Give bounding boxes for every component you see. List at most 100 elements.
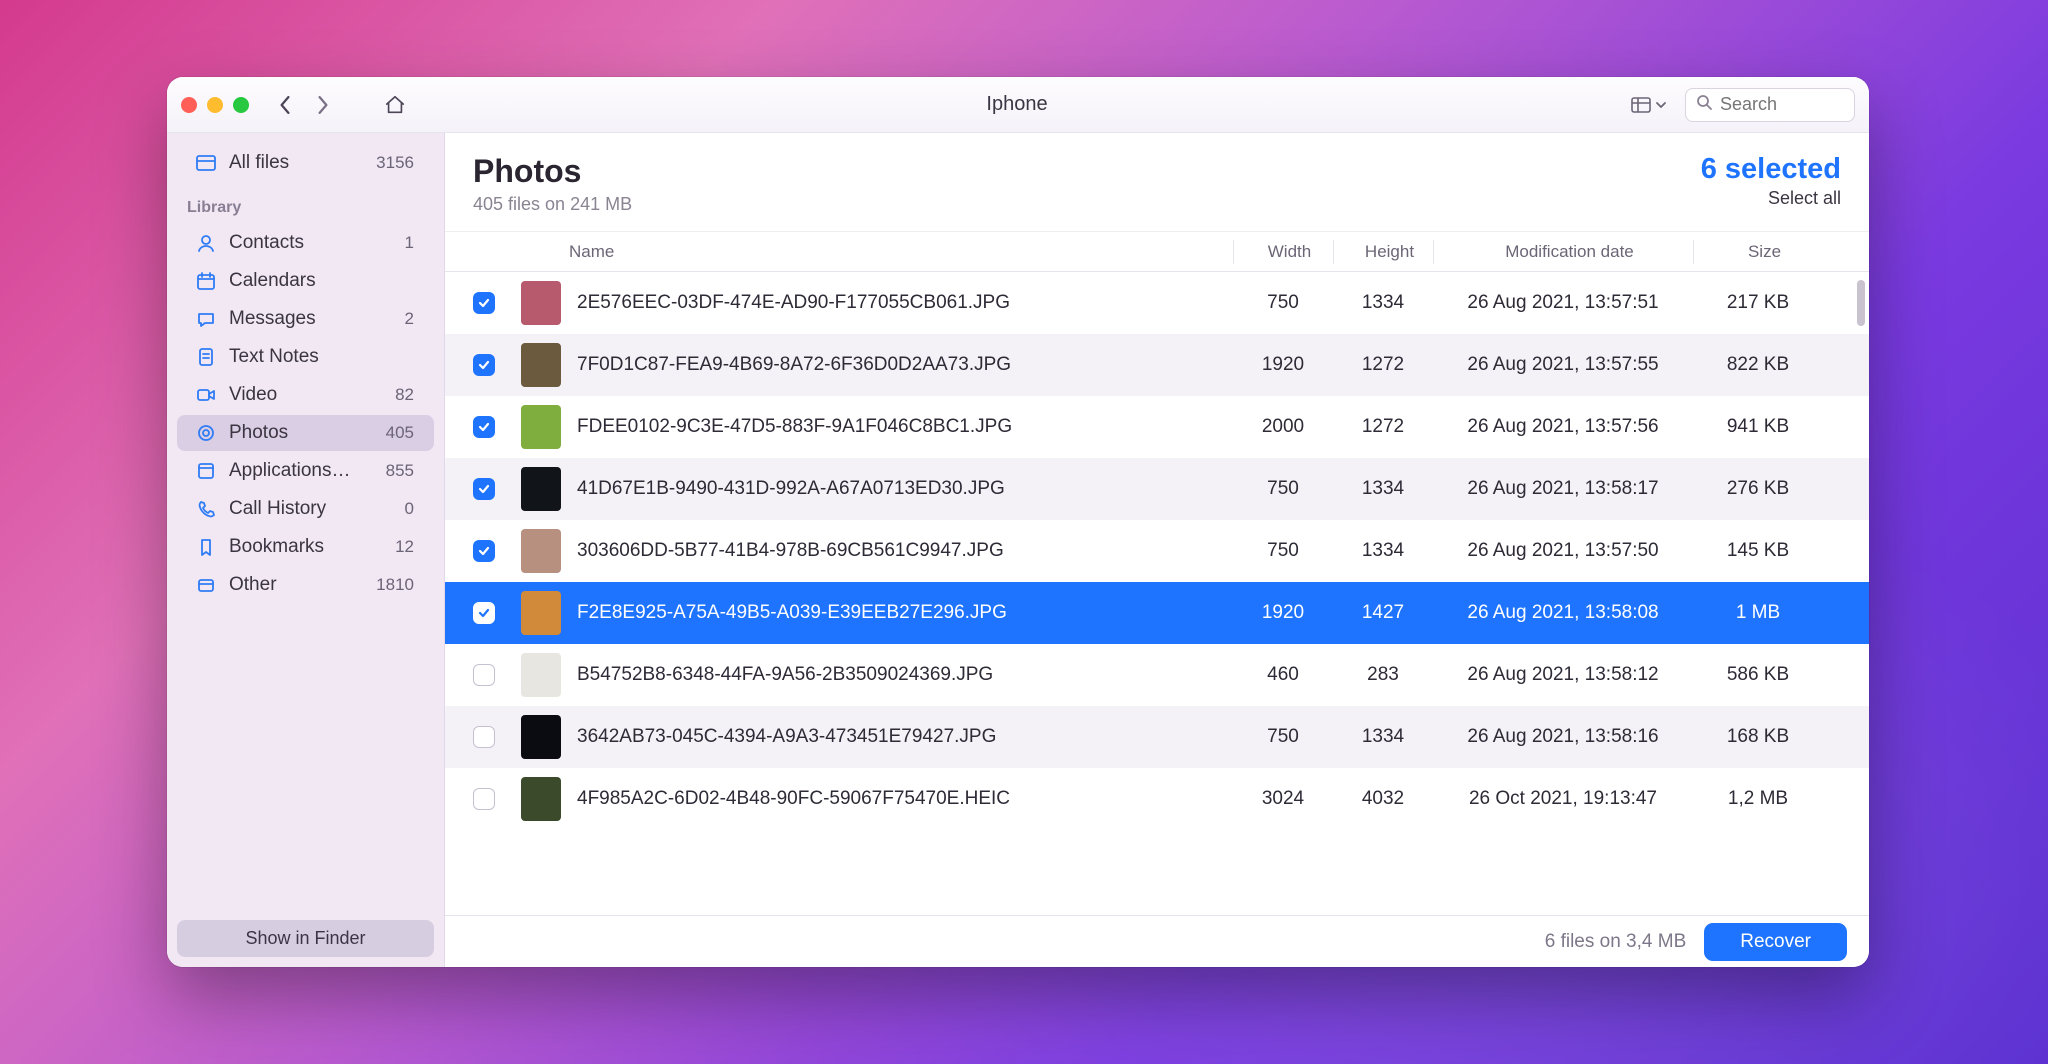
sidebar-item-label: Applications… (229, 460, 350, 482)
thumbnail-icon (521, 281, 561, 325)
file-size: 217 KB (1693, 292, 1823, 314)
row-checkbox[interactable] (473, 726, 495, 748)
window-controls (181, 97, 249, 113)
file-name: FDEE0102-9C3E-47D5-883F-9A1F046C8BC1.JPG (569, 416, 1233, 438)
file-width: 3024 (1233, 788, 1333, 810)
file-name: 2E576EEC-03DF-474E-AD90-F177055CB061.JPG (569, 292, 1233, 314)
search-input[interactable] (1720, 94, 1844, 115)
sidebar-section-label: Library (167, 183, 444, 223)
table-row[interactable]: 41D67E1B-9490-431D-992A-A67A0713ED30.JPG… (445, 458, 1869, 520)
table-row[interactable]: 7F0D1C87-FEA9-4B69-8A72-6F36D0D2AA73.JPG… (445, 334, 1869, 396)
sidebar-item-photos[interactable]: Photos 405 (177, 415, 434, 451)
column-width[interactable]: Width (1233, 240, 1333, 264)
file-size: 1,2 MB (1693, 788, 1823, 810)
table-row[interactable]: B54752B8-6348-44FA-9A56-2B3509024369.JPG… (445, 644, 1869, 706)
sidebar-item-count: 2 (405, 309, 418, 329)
sidebar-item-bookmarks[interactable]: Bookmarks 12 (177, 529, 434, 565)
column-height[interactable]: Height (1333, 240, 1433, 264)
thumbnail-icon (521, 715, 561, 759)
sidebar-item-label: Call History (229, 498, 326, 520)
minimize-icon[interactable] (207, 97, 223, 113)
file-name: F2E8E925-A75A-49B5-A039-E39EEB27E296.JPG (569, 602, 1233, 624)
file-height: 1334 (1333, 726, 1433, 748)
table-row[interactable]: 2E576EEC-03DF-474E-AD90-F177055CB061.JPG… (445, 272, 1869, 334)
row-checkbox[interactable] (473, 292, 495, 314)
file-height: 1272 (1333, 354, 1433, 376)
file-width: 750 (1233, 540, 1333, 562)
sidebar-item-count: 405 (386, 423, 418, 443)
file-height: 4032 (1333, 788, 1433, 810)
sidebar-item-calendars[interactable]: Calendars (177, 263, 434, 299)
thumbnail-icon (521, 653, 561, 697)
file-date: 26 Aug 2021, 13:57:51 (1433, 292, 1693, 314)
table-header: Name Width Height Modification date Size (445, 232, 1869, 272)
sidebar-item-count: 82 (395, 385, 418, 405)
thumbnail-icon (521, 777, 561, 821)
sidebar-item-all-files[interactable]: All files 3156 (177, 145, 434, 181)
footer: 6 files on 3,4 MB Recover (445, 915, 1869, 967)
column-date[interactable]: Modification date (1433, 240, 1693, 264)
sidebar-item-label: Other (229, 574, 277, 596)
sidebar-item-count: 12 (395, 537, 418, 557)
select-all-button[interactable]: Select all (1701, 188, 1841, 209)
sidebar: All files 3156 Library Contacts 1 Calend… (167, 133, 445, 967)
row-checkbox[interactable] (473, 540, 495, 562)
table-row[interactable]: 3642AB73-045C-4394-A9A3-473451E79427.JPG… (445, 706, 1869, 768)
table-row[interactable]: FDEE0102-9C3E-47D5-883F-9A1F046C8BC1.JPG… (445, 396, 1869, 458)
contacts-icon (195, 233, 217, 253)
row-checkbox[interactable] (473, 664, 495, 686)
sidebar-item-apps[interactable]: Applications… 855 (177, 453, 434, 489)
row-checkbox[interactable] (473, 478, 495, 500)
file-date: 26 Aug 2021, 13:58:08 (1433, 602, 1693, 624)
row-checkbox[interactable] (473, 416, 495, 438)
sidebar-item-contacts[interactable]: Contacts 1 (177, 225, 434, 261)
file-name: 303606DD-5B77-41B4-978B-69CB561C9947.JPG (569, 540, 1233, 562)
view-options-button[interactable] (1625, 93, 1673, 117)
app-icon (195, 461, 217, 481)
file-date: 26 Aug 2021, 13:57:50 (1433, 540, 1693, 562)
close-icon[interactable] (181, 97, 197, 113)
sidebar-item-count: 855 (386, 461, 418, 481)
table-row[interactable]: F2E8E925-A75A-49B5-A039-E39EEB27E296.JPG… (445, 582, 1869, 644)
sidebar-item-video[interactable]: Video 82 (177, 377, 434, 413)
table-row[interactable]: 303606DD-5B77-41B4-978B-69CB561C9947.JPG… (445, 520, 1869, 582)
app-window: Iphone All files 3156 Library (167, 77, 1869, 967)
sidebar-item-callhist[interactable]: Call History 0 (177, 491, 434, 527)
file-date: 26 Aug 2021, 13:58:17 (1433, 478, 1693, 500)
phone-icon (195, 499, 217, 519)
main-panel: Photos 405 files on 241 MB 6 selected Se… (445, 133, 1869, 967)
file-list[interactable]: 2E576EEC-03DF-474E-AD90-F177055CB061.JPG… (445, 272, 1869, 915)
file-width: 750 (1233, 292, 1333, 314)
sidebar-item-textnotes[interactable]: Text Notes (177, 339, 434, 375)
fullscreen-icon[interactable] (233, 97, 249, 113)
nav-back-button[interactable] (271, 91, 299, 119)
row-checkbox[interactable] (473, 788, 495, 810)
file-size: 941 KB (1693, 416, 1823, 438)
row-checkbox[interactable] (473, 602, 495, 624)
recover-button[interactable]: Recover (1704, 923, 1847, 961)
video-icon (195, 385, 217, 405)
table-row[interactable]: 4F985A2C-6D02-4B48-90FC-59067F75470E.HEI… (445, 768, 1869, 830)
thumbnail-icon (521, 591, 561, 635)
file-name: 7F0D1C87-FEA9-4B69-8A72-6F36D0D2AA73.JPG (569, 354, 1233, 376)
search-field[interactable] (1685, 88, 1855, 122)
sidebar-item-messages[interactable]: Messages 2 (177, 301, 434, 337)
column-size[interactable]: Size (1693, 240, 1823, 264)
sidebar-item-label: Video (229, 384, 277, 406)
selection-count: 6 selected (1701, 153, 1841, 186)
file-date: 26 Oct 2021, 19:13:47 (1433, 788, 1693, 810)
column-name[interactable]: Name (569, 242, 1233, 262)
nav-forward-button[interactable] (309, 91, 337, 119)
thumbnail-icon (521, 343, 561, 387)
home-button[interactable] (381, 91, 409, 119)
file-width: 750 (1233, 726, 1333, 748)
show-in-finder-button[interactable]: Show in Finder (177, 920, 434, 957)
sidebar-item-other[interactable]: Other 1810 (177, 567, 434, 603)
file-width: 2000 (1233, 416, 1333, 438)
file-name: 41D67E1B-9490-431D-992A-A67A0713ED30.JPG (569, 478, 1233, 500)
file-name: 4F985A2C-6D02-4B48-90FC-59067F75470E.HEI… (569, 788, 1233, 810)
sidebar-item-label: Bookmarks (229, 536, 324, 558)
sidebar-item-count: 1 (405, 233, 418, 253)
row-checkbox[interactable] (473, 354, 495, 376)
scrollbar-thumb[interactable] (1857, 280, 1865, 326)
